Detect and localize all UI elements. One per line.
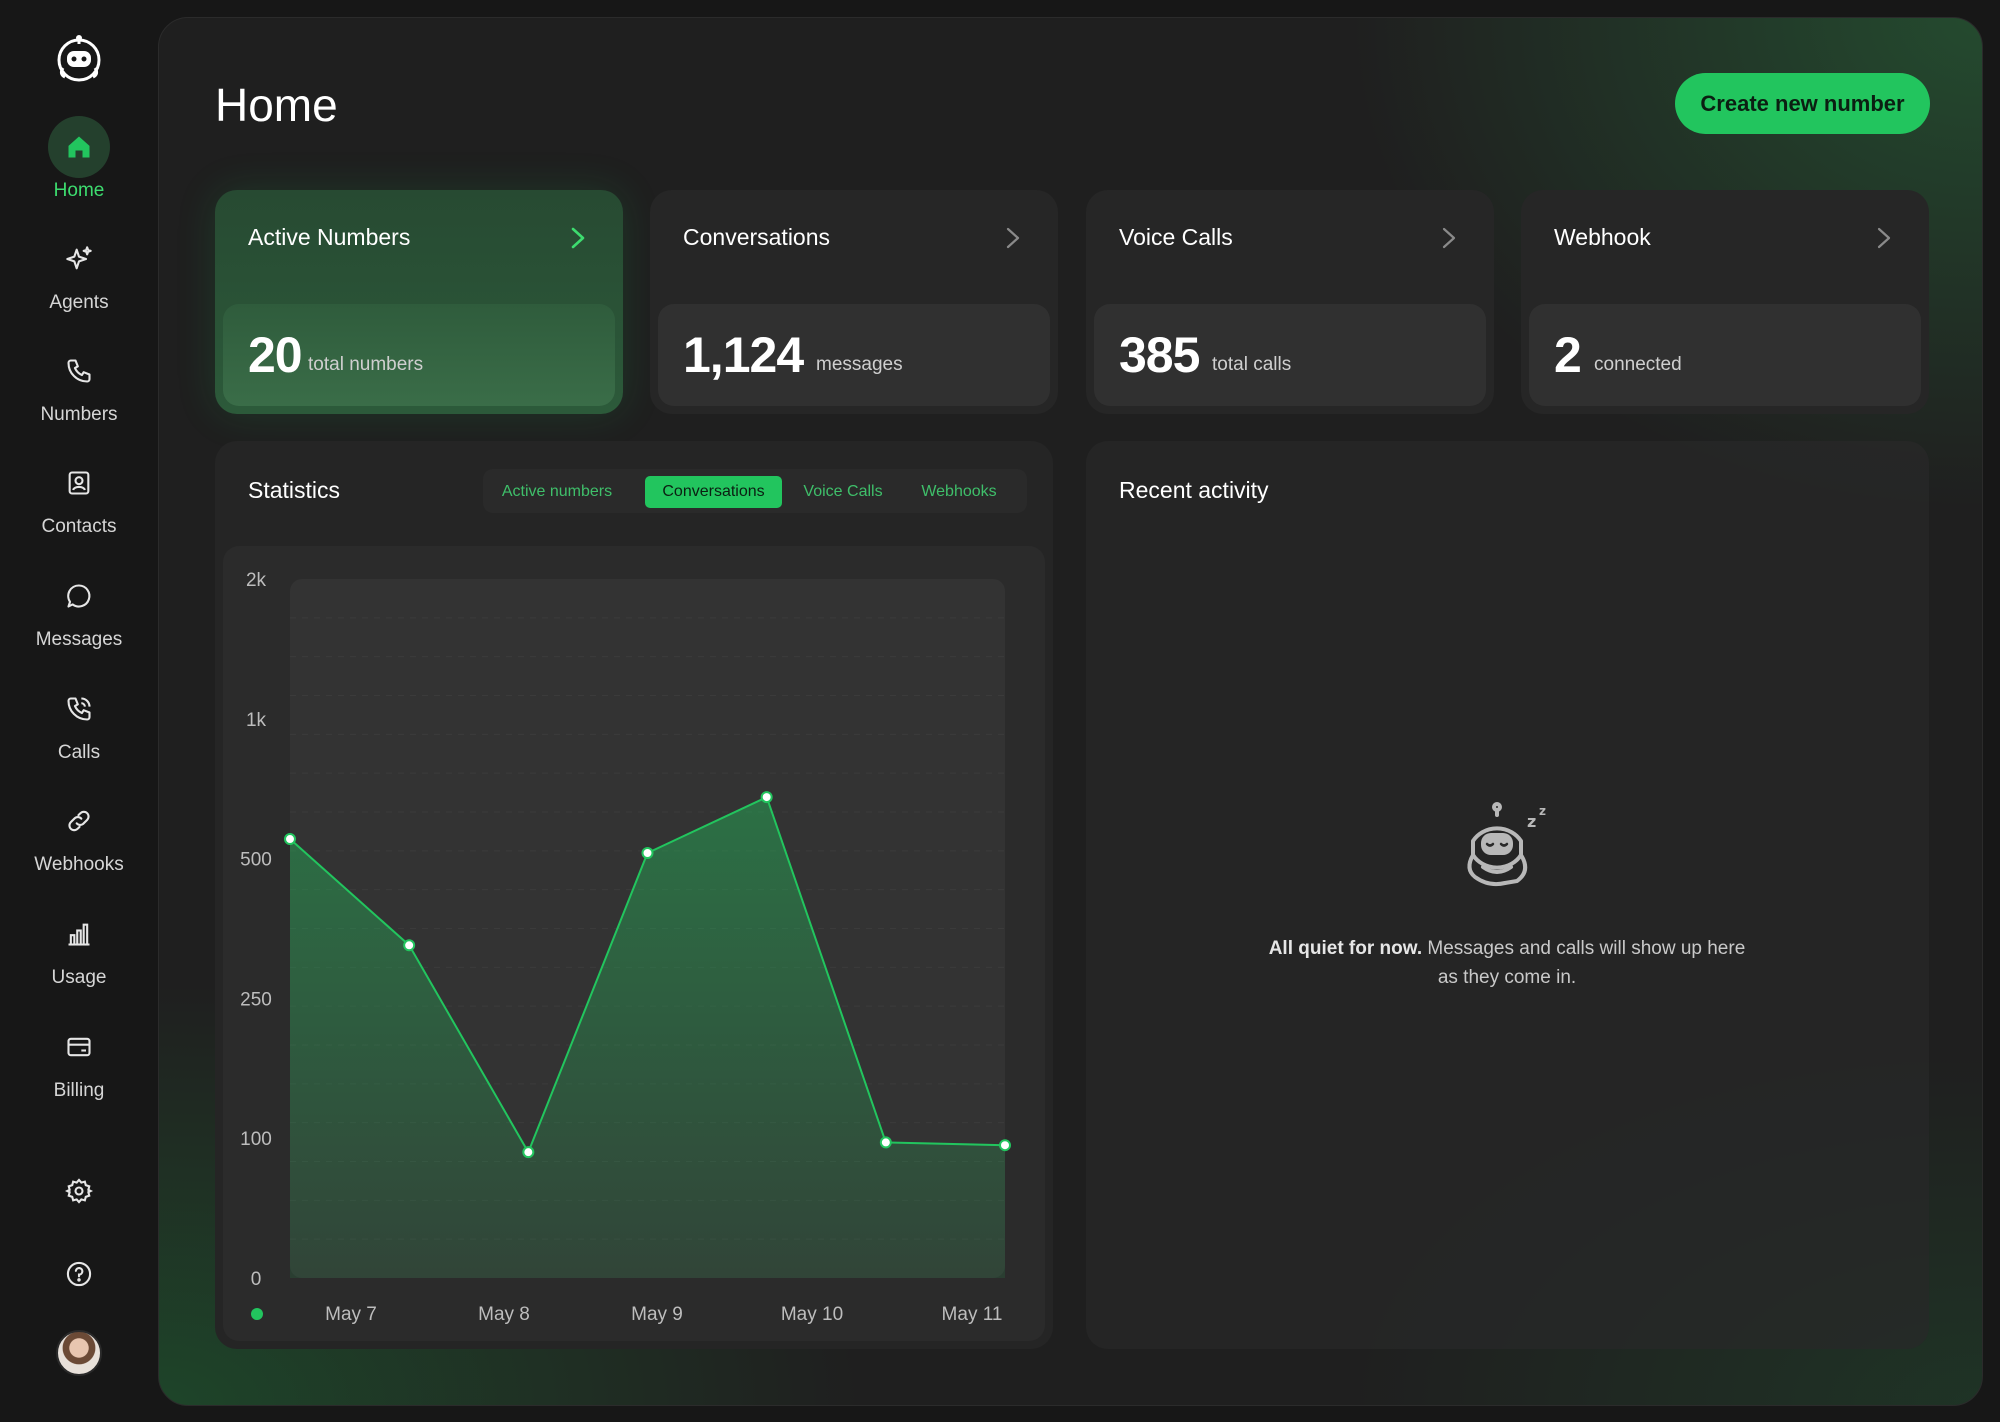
x-tick-label: May 8 bbox=[478, 1304, 530, 1325]
card-title: Webhook bbox=[1554, 224, 1651, 250]
data-point bbox=[999, 1139, 1011, 1152]
svg-text:z: z bbox=[1539, 804, 1546, 818]
sidebar-item-label: Agents bbox=[49, 292, 109, 313]
avatar[interactable] bbox=[56, 1330, 102, 1376]
x-tick-label: May 10 bbox=[781, 1304, 843, 1325]
data-point bbox=[522, 1146, 535, 1159]
phone-call-icon bbox=[48, 678, 110, 740]
sidebar-item-home[interactable]: Home bbox=[0, 116, 158, 216]
card-value: 385 bbox=[1119, 327, 1200, 383]
contacts-icon bbox=[48, 452, 110, 514]
card-voice-calls[interactable]: Voice Calls 385 total calls bbox=[1086, 190, 1494, 414]
page-title: Home bbox=[215, 79, 338, 131]
sidebar-item-label: Numbers bbox=[40, 404, 118, 425]
sidebar-item-calls[interactable]: Calls bbox=[0, 678, 158, 778]
sidebar-item-label: Webhooks bbox=[34, 854, 124, 875]
card-body: 2 connected bbox=[1529, 304, 1921, 406]
phone-icon bbox=[48, 340, 110, 402]
statistics-title: Statistics bbox=[248, 477, 341, 503]
link-icon bbox=[48, 790, 110, 852]
y-tick-label: 0 bbox=[251, 1269, 262, 1290]
chevron-right-icon bbox=[1442, 227, 1456, 249]
chart-canvas: 0 100 250 500 1k 2k May 7 May 8 May 9 May 10 May 1… bbox=[240, 570, 1011, 1325]
chevron-right-icon bbox=[1006, 227, 1020, 249]
data-point bbox=[641, 847, 654, 860]
card-title: Active Numbers bbox=[248, 224, 411, 250]
statistics-tabs: Active numbers Conversations Voice Calls… bbox=[483, 469, 1027, 513]
help-icon bbox=[66, 1261, 92, 1287]
conversations-chart: 0 100 250 500 1k 2k May 7 May 8 May 9 May 10 May 1… bbox=[223, 546, 1045, 1341]
chevron-right-icon bbox=[1877, 227, 1891, 249]
settings-button[interactable] bbox=[61, 1173, 97, 1209]
sidebar-item-webhooks[interactable]: Webhooks bbox=[0, 790, 158, 890]
sidebar-item-contacts[interactable]: Contacts bbox=[0, 452, 158, 552]
data-point bbox=[760, 791, 773, 804]
card-body: 20 total numbers bbox=[223, 304, 615, 406]
data-point bbox=[879, 1136, 892, 1149]
credit-card-icon bbox=[48, 1016, 110, 1078]
sparkle-icon bbox=[48, 228, 110, 290]
card-body: 385 total calls bbox=[1094, 304, 1486, 406]
sleeping-robot-icon: z z bbox=[1467, 802, 1546, 887]
sidebar: Home Agents Numbers Contacts Messages Ca… bbox=[0, 0, 158, 1422]
sidebar-item-usage[interactable]: Usage bbox=[0, 903, 158, 1003]
x-tick-label: May 11 bbox=[942, 1304, 1003, 1325]
tab-webhooks[interactable]: Webhooks bbox=[905, 476, 1013, 508]
recent-activity-panel: Recent activity z z All quiet for now. M… bbox=[1086, 441, 1929, 1349]
y-tick-label: 100 bbox=[240, 1129, 272, 1150]
recent-activity-title: Recent activity bbox=[1119, 477, 1269, 503]
y-tick-label: 250 bbox=[240, 989, 272, 1010]
y-tick-label: 1k bbox=[246, 710, 267, 731]
sidebar-item-label: Usage bbox=[51, 967, 107, 988]
statistics-panel: Statistics Active numbers Conversations … bbox=[215, 441, 1053, 1349]
main-panel: Home Create new number Active Numbers 20… bbox=[158, 17, 1983, 1406]
tab-voice-calls[interactable]: Voice Calls bbox=[793, 476, 893, 508]
card-value: 20 bbox=[248, 327, 303, 383]
sidebar-item-billing[interactable]: Billing bbox=[0, 1016, 158, 1116]
card-title: Voice Calls bbox=[1119, 224, 1233, 250]
svg-text:z: z bbox=[1527, 812, 1536, 831]
home-icon bbox=[48, 116, 110, 178]
sidebar-item-messages[interactable]: Messages bbox=[0, 565, 158, 665]
app-logo[interactable] bbox=[53, 32, 105, 84]
sidebar-item-label: Contacts bbox=[41, 516, 117, 537]
sidebar-item-label: Calls bbox=[57, 742, 101, 763]
bar-chart-icon bbox=[48, 903, 110, 965]
sidebar-item-label: Billing bbox=[53, 1080, 105, 1101]
card-unit: total numbers bbox=[308, 354, 424, 375]
card-unit: total calls bbox=[1212, 354, 1292, 375]
card-value: 1,124 bbox=[683, 327, 804, 383]
message-icon bbox=[48, 565, 110, 627]
empty-state-text: All quiet for now. Messages and calls wi… bbox=[1257, 934, 1757, 992]
chevron-right-icon bbox=[571, 227, 585, 249]
legend-dot bbox=[251, 1308, 263, 1320]
gear-icon bbox=[65, 1178, 93, 1204]
x-tick-label: May 9 bbox=[631, 1304, 683, 1325]
card-body: 1,124 messages bbox=[658, 304, 1050, 406]
help-button[interactable] bbox=[61, 1256, 97, 1292]
card-title: Conversations bbox=[683, 224, 831, 250]
data-point bbox=[403, 939, 416, 952]
card-unit: connected bbox=[1594, 354, 1682, 375]
card-unit: messages bbox=[816, 354, 903, 375]
sidebar-item-numbers[interactable]: Numbers bbox=[0, 340, 158, 440]
tab-conversations[interactable]: Conversations bbox=[645, 476, 782, 508]
card-conversations[interactable]: Conversations 1,124 messages bbox=[650, 190, 1058, 414]
create-new-number-button[interactable]: Create new number bbox=[1675, 73, 1930, 134]
tab-active-numbers[interactable]: Active numbers bbox=[487, 476, 627, 508]
x-tick-label: May 7 bbox=[325, 1304, 377, 1325]
y-tick-label: 500 bbox=[240, 850, 272, 871]
empty-state-bold: All quiet for now. bbox=[1268, 938, 1423, 959]
y-tick-label: 2k bbox=[246, 570, 267, 591]
sidebar-item-label: Home bbox=[53, 180, 105, 201]
empty-state-rest: Messages and calls will show up here as … bbox=[1422, 938, 1746, 988]
card-webhook[interactable]: Webhook 2 connected bbox=[1521, 190, 1929, 414]
card-value: 2 bbox=[1554, 327, 1582, 383]
sidebar-item-label: Messages bbox=[35, 629, 123, 650]
data-point bbox=[284, 833, 296, 846]
card-active-numbers[interactable]: Active Numbers 20 total numbers bbox=[215, 190, 623, 414]
sidebar-item-agents[interactable]: Agents bbox=[0, 228, 158, 328]
